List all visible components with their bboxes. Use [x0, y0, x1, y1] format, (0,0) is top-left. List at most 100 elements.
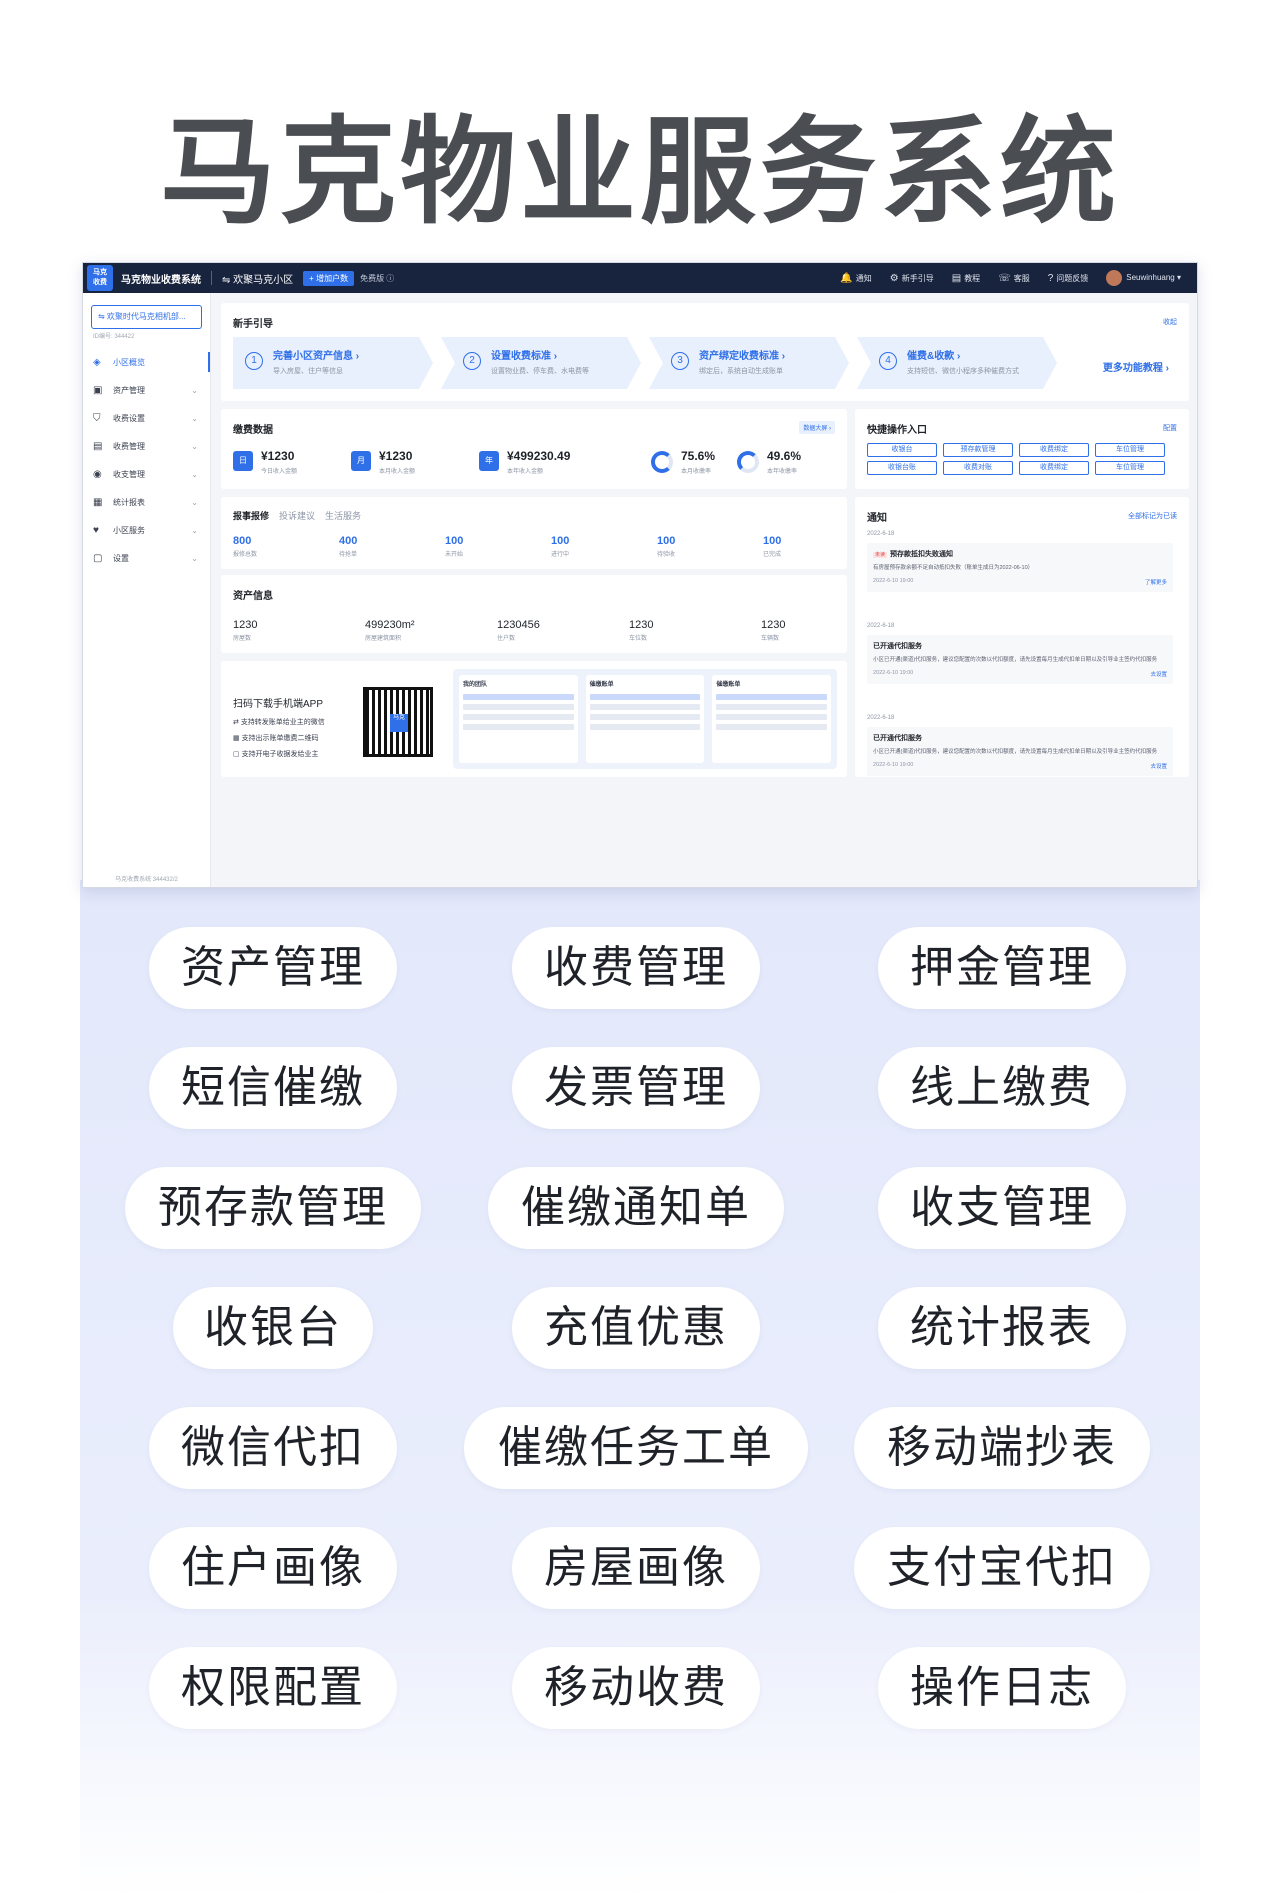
stat-value: 1230: [629, 619, 654, 631]
notice-item[interactable]: 2022-6-18 已开通代扣服务 小区已开通(渠道)代扣服务，建议您配置的次数以代…: [867, 623, 1173, 684]
feature-pill[interactable]: 资产管理: [149, 927, 397, 1009]
feature-pill[interactable]: 收银台: [173, 1287, 373, 1369]
sidebar-item[interactable]: ♥ 小区服务 ⌄: [83, 516, 210, 544]
sidebar-item[interactable]: ▦ 统计报表 ⌄: [83, 488, 210, 516]
config-link[interactable]: 配置: [1163, 423, 1177, 433]
step-text: 完善小区资产信息 › 导入房屋、住户等信息: [273, 347, 433, 376]
repair-stat[interactable]: 100 待验收: [657, 535, 675, 558]
quick-action-button[interactable]: 车位管理: [1095, 443, 1165, 457]
step-number: 4: [879, 352, 897, 370]
stat-label: 未开始: [445, 552, 464, 558]
notice-date: 2022-6-18: [867, 715, 895, 721]
step-text: 资产绑定收费标准 › 绑定后，系统自动生成账单: [699, 347, 849, 376]
feature-pill[interactable]: 支付宝代扣: [854, 1527, 1150, 1609]
quick-action-button[interactable]: 收费对账: [943, 461, 1013, 475]
repair-stat[interactable]: 100 进行中: [551, 535, 569, 558]
app-logo[interactable]: 马克 收费: [87, 265, 113, 291]
phone-previews: 我的团队 催缴账单 催缴账单: [453, 669, 837, 769]
feature-text: 支持转发账单给业主的微信: [240, 719, 325, 726]
tab-life-services[interactable]: 生活服务: [325, 509, 361, 522]
quick-action-button[interactable]: 预存款管理: [943, 443, 1013, 457]
step-desc: 绑定后，系统自动生成账单: [699, 368, 783, 375]
repair-stat[interactable]: 100 已完成: [763, 535, 781, 558]
sidebar-item[interactable]: ◈ 小区概览: [83, 348, 210, 376]
feature-pill[interactable]: 移动收费: [512, 1647, 760, 1729]
sidebar-item-icon: ▢: [93, 552, 103, 564]
guide-step[interactable]: 4 催费&收款 › 支持短信、微信小程序多种催费方式: [857, 337, 1057, 389]
quick-title: 快捷操作入口: [867, 425, 927, 436]
feature-pill[interactable]: 收费管理: [512, 927, 760, 1009]
support-button[interactable]: ☏ 客服: [998, 273, 1030, 284]
stat-label: 房屋建筑面积: [365, 636, 402, 642]
quick-action-button[interactable]: 收银台账: [867, 461, 937, 475]
payment-title: 缴费数据: [233, 425, 273, 436]
tab-repair[interactable]: 报事报修: [233, 509, 269, 522]
quick-action-button[interactable]: 收费绑定: [1019, 443, 1089, 457]
feedback-button[interactable]: ? 问题反馈: [1048, 273, 1089, 284]
guide-step[interactable]: 1 完善小区资产信息 › 导入房屋、住户等信息: [233, 337, 433, 389]
sidebar-item[interactable]: ▢ 设置 ⌄: [83, 544, 210, 572]
notice-action-link[interactable]: 去设置: [1150, 762, 1167, 770]
sidebar-item[interactable]: ▤ 收费管理 ⌄: [83, 432, 210, 460]
feature-pill[interactable]: 移动端抄表: [854, 1407, 1150, 1489]
feature-pill[interactable]: 发票管理: [512, 1047, 760, 1129]
feature-item: ▢ 支持开电子收据发给业主: [233, 751, 319, 758]
feature-pill[interactable]: 微信代扣: [149, 1407, 397, 1489]
user-name: Seuwinhuang ▾: [1126, 273, 1181, 283]
progress-ring: [651, 451, 673, 473]
feature-pill[interactable]: 统计报表: [878, 1287, 1126, 1369]
notice-item[interactable]: 2022-6-18 已开通代扣服务 小区已开通(渠道)代扣服务，建议您配置的次数以代…: [867, 715, 1173, 776]
notice-box: 已开通代扣服务 小区已开通(渠道)代扣服务，建议您配置的次数以代扣额度，请先设置每…: [867, 727, 1173, 776]
plan-badge[interactable]: 免费版 ⓘ: [360, 273, 394, 284]
collapse-link[interactable]: 收起: [1163, 317, 1177, 327]
top-bar-actions: 🔔 通知 ⚙ 新手引导 ▤ 教程 ☏ 客服 ? 问题反馈 Seuwinhuang ▾: [840, 270, 1197, 286]
notice-action-link[interactable]: 了解更多: [1145, 578, 1167, 586]
feature-pill[interactable]: 充值优惠: [512, 1287, 760, 1369]
quick-action-button[interactable]: 收费绑定: [1019, 461, 1089, 475]
feature-pill[interactable]: 押金管理: [878, 927, 1126, 1009]
quick-action-button[interactable]: 车位管理: [1095, 461, 1165, 475]
feature-pill[interactable]: 权限配置: [149, 1647, 397, 1729]
repair-stat[interactable]: 800 报修总数: [233, 535, 257, 558]
notification-button[interactable]: 🔔 通知: [840, 273, 871, 284]
notice-title: 未读 预存款抵扣失败通知: [873, 549, 1167, 559]
stat-daily: 日 ¥1230 今日收入金额: [233, 449, 297, 475]
asset-stat: 499230m² 房屋建筑面积: [365, 619, 415, 642]
mark-all-read-link[interactable]: 全部标记为已读: [1128, 511, 1177, 521]
notice-title-text: 预存款抵扣失败通知: [890, 551, 954, 558]
quick-action-button[interactable]: 收银台: [867, 443, 937, 457]
feature-pill[interactable]: 收支管理: [878, 1167, 1126, 1249]
stat-yearly: 年 ¥499230.49 本年收入金额: [479, 449, 570, 475]
rate-label: 本年收缴率: [767, 469, 798, 475]
feature-pill[interactable]: 房屋画像: [512, 1527, 760, 1609]
add-households-button[interactable]: + 增加户数: [303, 270, 355, 286]
feature-pill[interactable]: 短信催缴: [149, 1047, 397, 1129]
tab-complaints[interactable]: 投诉建议: [279, 509, 315, 522]
sidebar-item[interactable]: ▣ 资产管理 ⌄: [83, 376, 210, 404]
repair-stat[interactable]: 400 待抢单: [339, 535, 357, 558]
more-tutorials-link[interactable]: 更多功能教程 ›: [1103, 359, 1169, 374]
feature-pill[interactable]: 催缴通知单: [488, 1167, 784, 1249]
org-id: ID编号: 344422: [93, 334, 135, 340]
feature-pill[interactable]: 线上缴费: [878, 1047, 1126, 1129]
tutorial-button[interactable]: ▤ 教程: [952, 273, 980, 284]
sidebar-item-icon: ◈: [93, 356, 101, 368]
guide-button[interactable]: ⚙ 新手引导: [890, 273, 934, 284]
org-switch-button[interactable]: ⇋ 欢聚时代马克相机部...: [91, 305, 202, 329]
feature-pill[interactable]: 住户画像: [149, 1527, 397, 1609]
guide-step[interactable]: 3 资产绑定收费标准 › 绑定后，系统自动生成账单: [649, 337, 849, 389]
rate-value: 75.6%: [681, 449, 716, 463]
big-screen-button[interactable]: 数据大屏 ›: [799, 421, 835, 434]
repair-stat[interactable]: 100 未开始: [445, 535, 463, 558]
sidebar-item[interactable]: ◉ 收支管理 ⌄: [83, 460, 210, 488]
feature-pill[interactable]: 操作日志: [878, 1647, 1126, 1729]
guide-step[interactable]: 2 设置收费标准 › 设置物业费、停车费、水电费等: [441, 337, 641, 389]
feature-pill[interactable]: 催缴任务工单: [464, 1407, 808, 1489]
community-switcher[interactable]: ⇋ 欢聚马克小区: [222, 271, 293, 286]
stat-label: 车辆数: [761, 636, 780, 642]
feature-pill[interactable]: 预存款管理: [125, 1167, 421, 1249]
sidebar-item[interactable]: ⛉ 收费设置 ⌄: [83, 404, 210, 432]
notice-action-link[interactable]: 去设置: [1150, 670, 1167, 678]
notice-item[interactable]: 2022-6-18 未读 预存款抵扣失败通知 有房屋预存款余额不足自动抵扣失败（账单生…: [867, 531, 1173, 592]
user-menu[interactable]: Seuwinhuang ▾: [1106, 270, 1181, 286]
